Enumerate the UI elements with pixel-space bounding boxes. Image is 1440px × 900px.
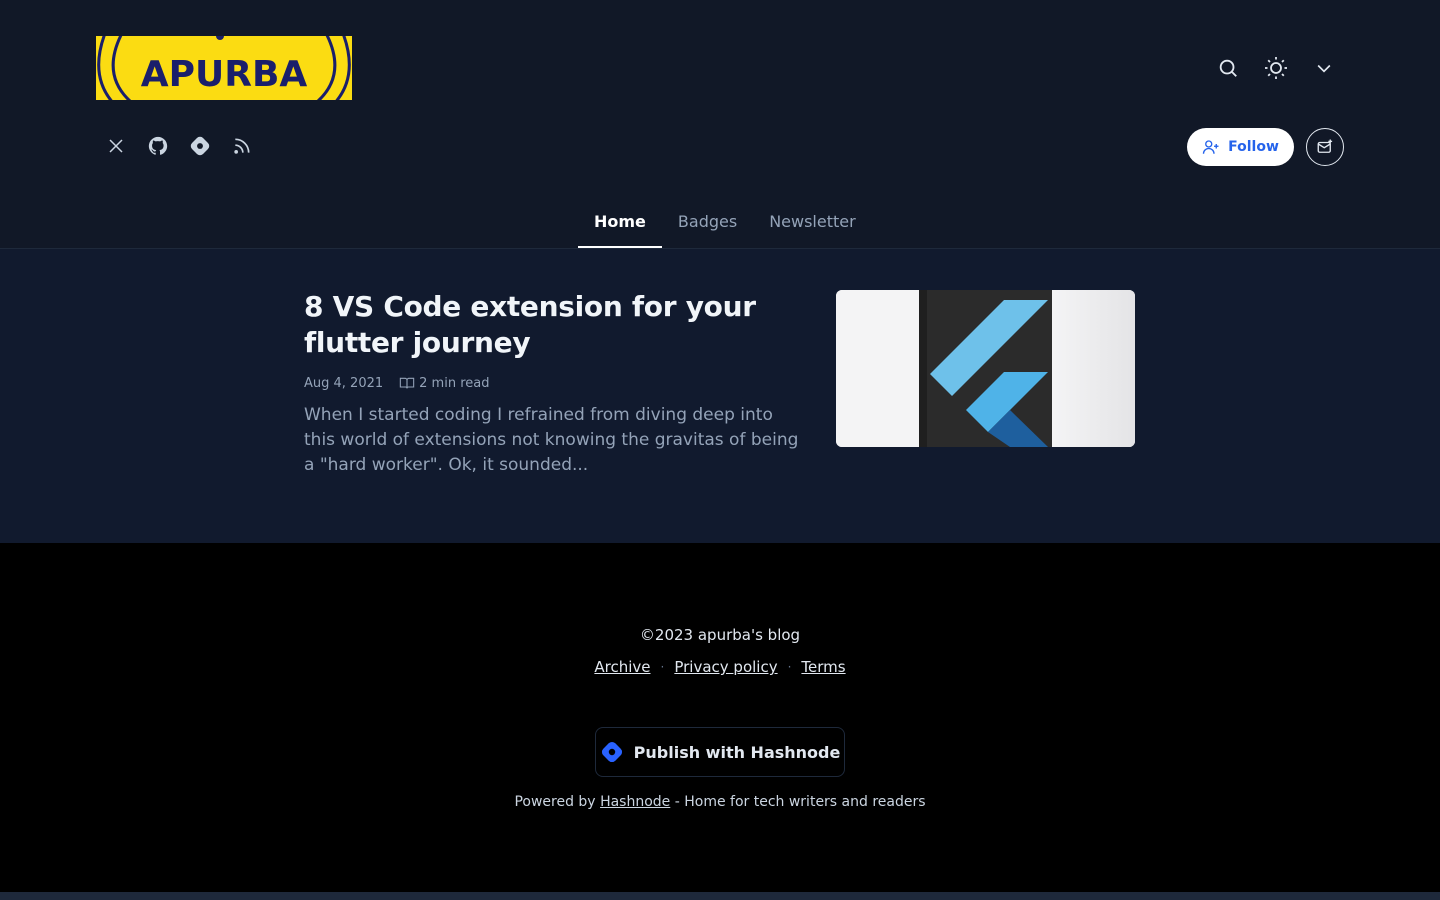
tab-badges[interactable]: Badges bbox=[662, 198, 753, 248]
search-icon bbox=[1219, 59, 1237, 77]
post-card: 8 VS Code extension for your flutter jou… bbox=[304, 289, 804, 478]
read-time: 2 min read bbox=[399, 375, 489, 391]
follow-label: Follow bbox=[1228, 139, 1279, 155]
blog-footer: ©2023 apurba's blog Archive · Privacy po… bbox=[0, 543, 1440, 892]
archive-link[interactable]: Archive bbox=[594, 658, 650, 676]
publish-with-hashnode-button[interactable]: Publish with Hashnode bbox=[595, 727, 845, 777]
powered-prefix: Powered by bbox=[514, 794, 596, 810]
post-list: 8 VS Code extension for your flutter jou… bbox=[0, 249, 1440, 543]
copyright-text: ©2023 apurba's blog bbox=[639, 626, 801, 644]
mail-plus-icon bbox=[1317, 139, 1333, 153]
tab-home[interactable]: Home bbox=[578, 198, 662, 248]
logo-text: APURBA bbox=[141, 54, 308, 95]
powered-by: Powered by Hashnode - Home for tech writ… bbox=[0, 794, 1440, 810]
hashnode-icon bbox=[190, 136, 210, 156]
bottom-strip bbox=[0, 892, 1440, 900]
github-icon bbox=[148, 136, 168, 155]
header-actions bbox=[1208, 48, 1344, 88]
sun-icon bbox=[1265, 57, 1287, 79]
menu-dropdown-button[interactable] bbox=[1304, 48, 1344, 88]
publish-label: Publish with Hashnode bbox=[633, 742, 841, 762]
flutter-cover-graphic bbox=[836, 290, 1135, 447]
follow-button[interactable]: Follow bbox=[1187, 128, 1294, 166]
hashnode-link[interactable]: Hashnode bbox=[600, 794, 670, 810]
chevron-down-icon bbox=[1317, 64, 1331, 73]
blog-nav-tabs: Home Badges Newsletter bbox=[578, 198, 872, 248]
tab-newsletter[interactable]: Newsletter bbox=[753, 198, 872, 248]
post-excerpt[interactable]: When I started coding I refrained from d… bbox=[304, 403, 804, 478]
book-open-icon bbox=[399, 377, 415, 389]
hashnode-link[interactable] bbox=[180, 126, 220, 166]
separator-dot: · bbox=[660, 660, 665, 674]
rss-link[interactable] bbox=[222, 126, 262, 166]
powered-suffix: - Home for tech writers and readers bbox=[674, 794, 926, 810]
social-links bbox=[96, 126, 262, 166]
x-twitter-link[interactable] bbox=[96, 126, 136, 166]
blog-logo[interactable]: APURBA bbox=[96, 36, 352, 100]
github-link[interactable] bbox=[138, 126, 178, 166]
x-icon bbox=[109, 139, 123, 153]
post-title[interactable]: 8 VS Code extension for your flutter jou… bbox=[304, 289, 804, 361]
logo-graphic: APURBA bbox=[96, 36, 352, 100]
separator-dot: · bbox=[787, 660, 792, 674]
post-date: Aug 4, 2021 bbox=[304, 375, 384, 391]
footer-links: Archive · Privacy policy · Terms bbox=[0, 658, 1440, 676]
hashnode-icon bbox=[601, 741, 622, 763]
blog-header: APURBA Follow Home Badges Newsletter bbox=[0, 0, 1440, 249]
user-plus-icon bbox=[1202, 140, 1219, 154]
search-button[interactable] bbox=[1208, 48, 1248, 88]
post-cover-image[interactable] bbox=[836, 290, 1135, 447]
terms-link[interactable]: Terms bbox=[801, 658, 845, 676]
rss-icon bbox=[234, 138, 250, 154]
post-meta: Aug 4, 2021 2 min read bbox=[304, 375, 804, 391]
read-time-label: 2 min read bbox=[419, 375, 490, 391]
newsletter-subscribe-button[interactable] bbox=[1306, 128, 1344, 166]
theme-toggle-button[interactable] bbox=[1256, 48, 1296, 88]
privacy-policy-link[interactable]: Privacy policy bbox=[674, 658, 777, 676]
